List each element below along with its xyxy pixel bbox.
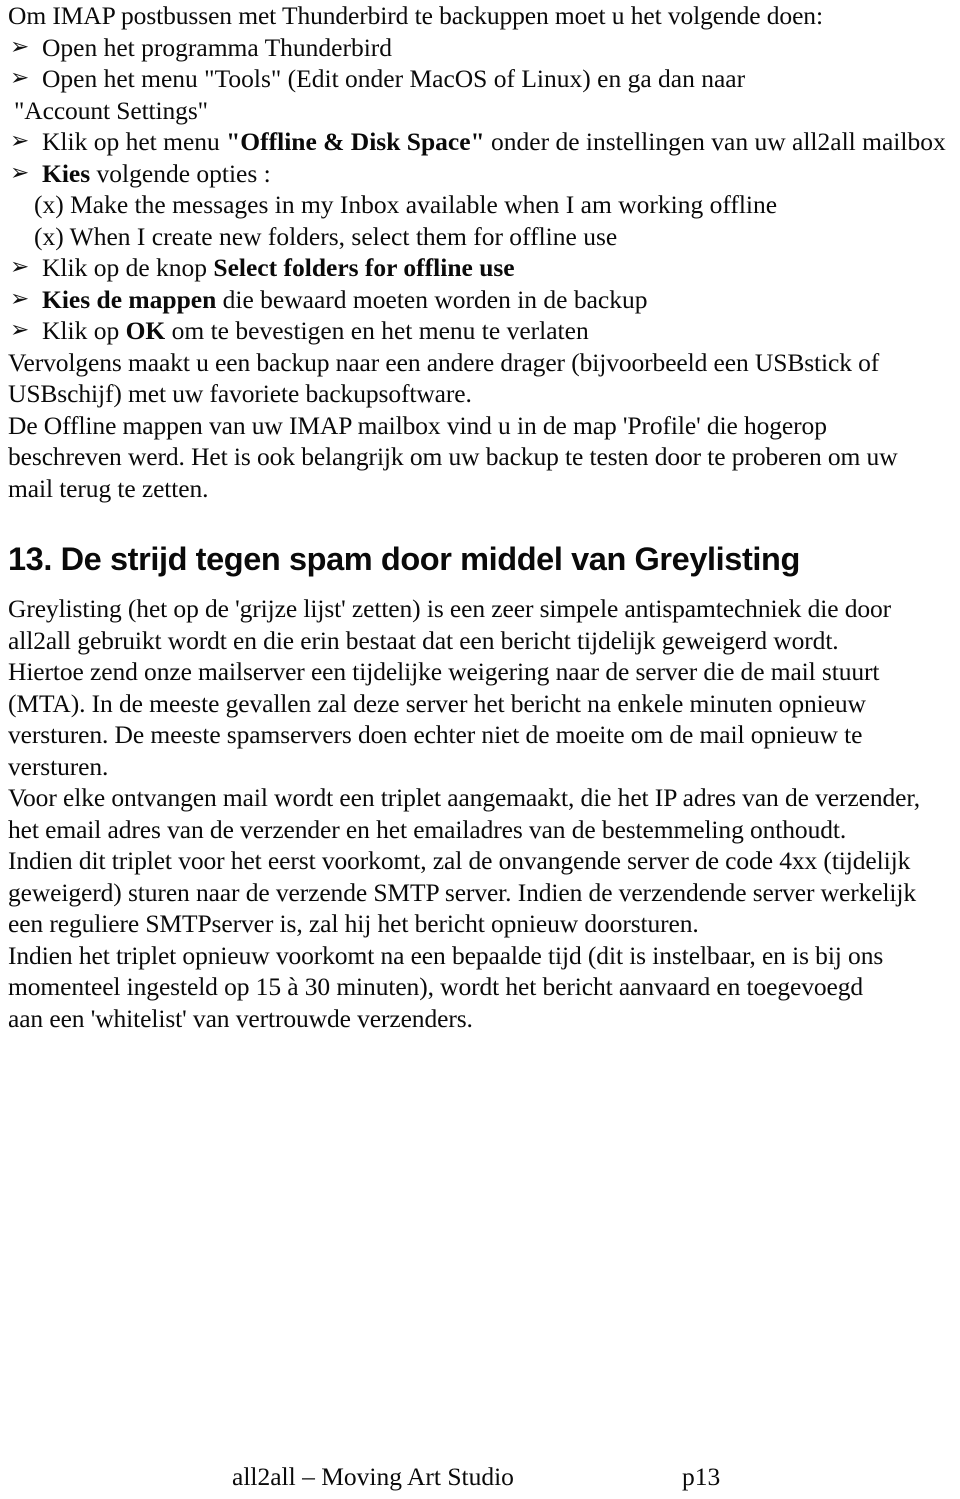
spacer-after-heading — [8, 579, 946, 593]
step-text-bold: Select folders for offline use — [213, 253, 515, 282]
paragraph-line: geweigerd) sturen naar de verzende SMTP … — [8, 877, 917, 907]
spacer-before-heading — [8, 504, 946, 539]
step-text-suffix: onder de instellingen van uw all2all mai… — [484, 127, 946, 156]
step-text-suffix: volgende opties : — [90, 158, 271, 188]
arrowhead-bullet-icon: ➢ — [10, 254, 30, 280]
greylisting-paragraph-3: Voor elke ontvangen mail wordt een tripl… — [8, 782, 946, 845]
step-kies-de-mappen: ➢ Kies de mappen die bewaard moeten word… — [8, 284, 946, 316]
page-content: Om IMAP postbussen met Thunderbird te ba… — [8, 0, 946, 1034]
backup-note-line: beschreven werd. Het is ook belangrijk o… — [8, 442, 898, 471]
paragraph-line: het email adres van de verzender en het … — [8, 814, 847, 844]
document-page: Om IMAP postbussen met Thunderbird te ba… — [0, 0, 960, 1499]
step-open-tools-menu-continuation: "Account Settings" — [14, 95, 208, 125]
step-klik-ok: ➢ Klik op OK om te bevestigen en het men… — [8, 315, 946, 347]
paragraph-line: Indien het triplet opnieuw voorkomt na e… — [8, 940, 884, 970]
backup-note-line: De Offline mappen van uw IMAP mailbox vi… — [8, 410, 827, 440]
arrowhead-bullet-icon: ➢ — [10, 317, 30, 343]
page-footer: all2all – Moving Art Studio p13 — [0, 1462, 960, 1492]
paragraph-line: versturen. — [8, 751, 109, 781]
backup-note-block: Vervolgens maakt u een backup naar een a… — [8, 347, 946, 505]
step-text-bold: Kies de mappen — [42, 284, 217, 314]
arrowhead-bullet-icon: ➢ — [10, 128, 30, 154]
step-text-bold: "Offline & Disk Space" — [226, 127, 485, 156]
step-text-suffix: om te bevestigen en het menu te verlaten — [165, 316, 589, 345]
footer-organisation: all2all – Moving Art Studio — [232, 1462, 514, 1491]
backup-note-line: Vervolgens maakt u een backup naar een a… — [8, 347, 880, 377]
step-text-bold: OK — [125, 316, 166, 345]
step-open-thunderbird: ➢ Open het programma Thunderbird — [8, 32, 946, 64]
paragraph-line: versturen. De meeste spamservers doen ec… — [8, 720, 863, 749]
arrowhead-bullet-icon: ➢ — [10, 285, 30, 312]
arrowhead-bullet-icon: ➢ — [10, 65, 30, 91]
step-offline-disk-space: ➢ Klik op het menu "Offline & Disk Space… — [8, 126, 946, 158]
paragraph-line: Hiertoe zend onze mailserver een tijdeli… — [8, 657, 880, 686]
paragraph-line: all2all gebruikt wordt en die erin besta… — [8, 625, 839, 655]
step-label: Open het menu "Tools" (Edit onder MacOS … — [42, 64, 746, 93]
backup-note-line: USBschijf) met uw favoriete backupsoftwa… — [8, 379, 472, 408]
backup-note-line: mail terug te zetten. — [8, 473, 209, 503]
paragraph-line: (MTA). In de meeste gevallen zal deze se… — [8, 688, 866, 718]
paragraph-line: aan een 'whitelist' van vertrouwde verze… — [8, 1003, 473, 1033]
step-label: Open het programma Thunderbird — [42, 32, 393, 62]
arrowhead-bullet-icon: ➢ — [10, 159, 30, 186]
paragraph-line: momenteel ingesteld op 15 à 30 minuten),… — [8, 972, 864, 1001]
checkbox-option-new-folders-offline: (x) When I create new folders, select th… — [34, 221, 618, 251]
paragraph-line: Greylisting (het op de 'grijze lijst' ze… — [8, 594, 892, 623]
section-heading: 13. De strijd tegen spam door middel van… — [8, 541, 800, 577]
checkbox-option-inbox-offline: (x) Make the messages in my Inbox availa… — [34, 190, 778, 219]
step-text-prefix: Klik op het menu — [42, 127, 227, 156]
step-kies-opties: ➢ Kies volgende opties : — [8, 158, 946, 190]
intro-line: Om IMAP postbussen met Thunderbird te ba… — [8, 1, 823, 30]
greylisting-paragraph-1: Greylisting (het op de 'grijze lijst' ze… — [8, 593, 946, 656]
page-footer-inner: all2all – Moving Art Studio p13 — [0, 1462, 960, 1492]
step-text-prefix: Klik op de knop — [42, 253, 214, 282]
arrowhead-bullet-icon: ➢ — [10, 33, 30, 60]
step-open-tools-menu: ➢ Open het menu "Tools" (Edit onder MacO… — [8, 63, 946, 95]
footer-page-number: p13 — [682, 1462, 721, 1491]
step-text-suffix: die bewaard moeten worden in de backup — [216, 284, 648, 314]
greylisting-paragraph-5: Indien het triplet opnieuw voorkomt na e… — [8, 940, 946, 1035]
paragraph-line: Indien dit triplet voor het eerst voorko… — [8, 846, 911, 875]
step-text-bold: Kies — [42, 158, 91, 188]
step-text-prefix: Klik op — [42, 316, 126, 345]
greylisting-paragraph-4: Indien dit triplet voor het eerst voorko… — [8, 845, 946, 940]
greylisting-paragraph-2: Hiertoe zend onze mailserver een tijdeli… — [8, 656, 946, 782]
paragraph-line: Voor elke ontvangen mail wordt een tripl… — [8, 783, 920, 812]
paragraph-line: een reguliere SMTPserver is, zal hij het… — [8, 909, 699, 938]
step-select-folders-button: ➢ Klik op de knop Select folders for off… — [8, 252, 946, 284]
